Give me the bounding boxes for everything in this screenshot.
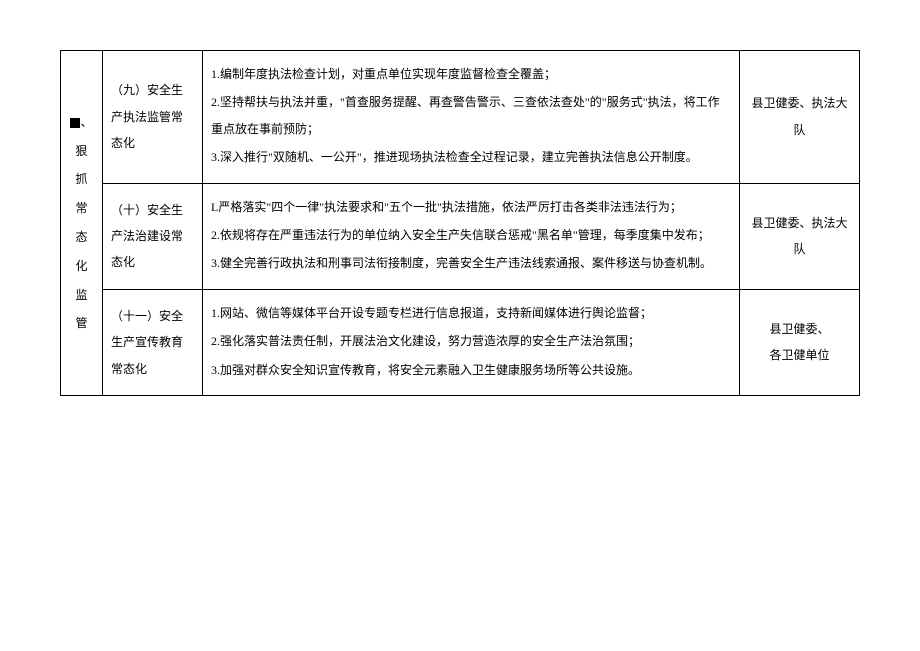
subitem-text: （十一）安全生产宣传教育常态化 [111, 309, 183, 376]
content-line: 3.健全完善行政执法和刑事司法衔接制度，完善安全生产违法线索通报、案件移送与协查… [211, 250, 731, 276]
content-cell: L严格落实"四个一律"执法要求和"五个一批"执法措施，依法严厉打击各类非法违法行… [203, 183, 740, 289]
content-cell: 1.网站、微信等媒体平台开设专题专栏进行信息报道，支持新闻媒体进行舆论监督； 2… [203, 289, 740, 395]
square-marker-icon [70, 118, 80, 128]
content-line: 2.依规将存在严重违法行为的单位纳入安全生产失信联合惩戒"黑名单"管理，每季度集… [211, 222, 731, 248]
table-row: （十一）安全生产宣传教育常态化 1.网站、微信等媒体平台开设专题专栏进行信息报道… [61, 289, 860, 395]
content-line: 2.强化落实普法责任制，开展法治文化建设，努力营造浓厚的安全生产法治氛围； [211, 328, 731, 354]
category-char-2: 常 [75, 201, 87, 215]
subitem-cell: （九）安全生产执法监管常态化 [103, 51, 203, 184]
subitem-cell: （十）安全生产法治建设常态化 [103, 183, 203, 289]
table-row: （十）安全生产法治建设常态化 L严格落实"四个一律"执法要求和"五个一批"执法措… [61, 183, 860, 289]
content-line: 1.网站、微信等媒体平台开设专题专栏进行信息报道，支持新闻媒体进行舆论监督； [211, 300, 731, 326]
category-char-5: 监 [75, 288, 87, 302]
content-line: 3.深入推行"双随机、一公开"，推进现场执法检查全过程记录，建立完善执法信息公开… [211, 144, 731, 170]
dept-cell: 县卫健委、 各卫健单位 [740, 289, 860, 395]
subitem-text: （十）安全生产法治建设常态化 [111, 203, 183, 270]
category-cell: 、 狠 抓 常 态 化 监 管 [61, 51, 103, 396]
subitem-cell: （十一）安全生产宣传教育常态化 [103, 289, 203, 395]
category-char-6: 管 [75, 316, 87, 330]
subitem-text: （九）安全生产执法监管常态化 [111, 83, 183, 150]
policy-table: 、 狠 抓 常 态 化 监 管 （九）安全生产执法监管常态化 1.编制年度执法检… [60, 50, 860, 396]
content-line: L严格落实"四个一律"执法要求和"五个一批"执法措施，依法严厉打击各类非法违法行… [211, 194, 731, 220]
category-text: 、 狠 抓 常 态 化 监 管 [67, 108, 96, 338]
category-char-1: 抓 [75, 172, 87, 186]
content-line: 2.坚持帮扶与执法并重，"首查服务提醒、再查警告警示、三查依法查处"的"服务式"… [211, 89, 731, 142]
category-char-3: 态 [75, 230, 87, 244]
dept-text: 县卫健委、执法大队 [751, 96, 847, 136]
content-cell: 1.编制年度执法检查计划，对重点单位实现年度监督检查全覆盖； 2.坚持帮扶与执法… [203, 51, 740, 184]
table-body: 、 狠 抓 常 态 化 监 管 （九）安全生产执法监管常态化 1.编制年度执法检… [61, 51, 860, 396]
content-line: 3.加强对群众安全知识宣传教育，将安全元素融入卫生健康服务场所等公共设施。 [211, 357, 731, 383]
table-row: 、 狠 抓 常 态 化 监 管 （九）安全生产执法监管常态化 1.编制年度执法检… [61, 51, 860, 184]
dept-text-line1: 县卫健委、 [769, 322, 829, 336]
category-suffix: 、 [80, 115, 92, 129]
dept-cell: 县卫健委、执法大队 [740, 183, 860, 289]
dept-cell: 县卫健委、执法大队 [740, 51, 860, 184]
category-char-4: 化 [75, 259, 87, 273]
category-char-0: 狠 [75, 144, 87, 158]
dept-text: 县卫健委、执法大队 [751, 216, 847, 256]
dept-text-line2: 各卫健单位 [769, 348, 829, 362]
content-line: 1.编制年度执法检查计划，对重点单位实现年度监督检查全覆盖； [211, 61, 731, 87]
